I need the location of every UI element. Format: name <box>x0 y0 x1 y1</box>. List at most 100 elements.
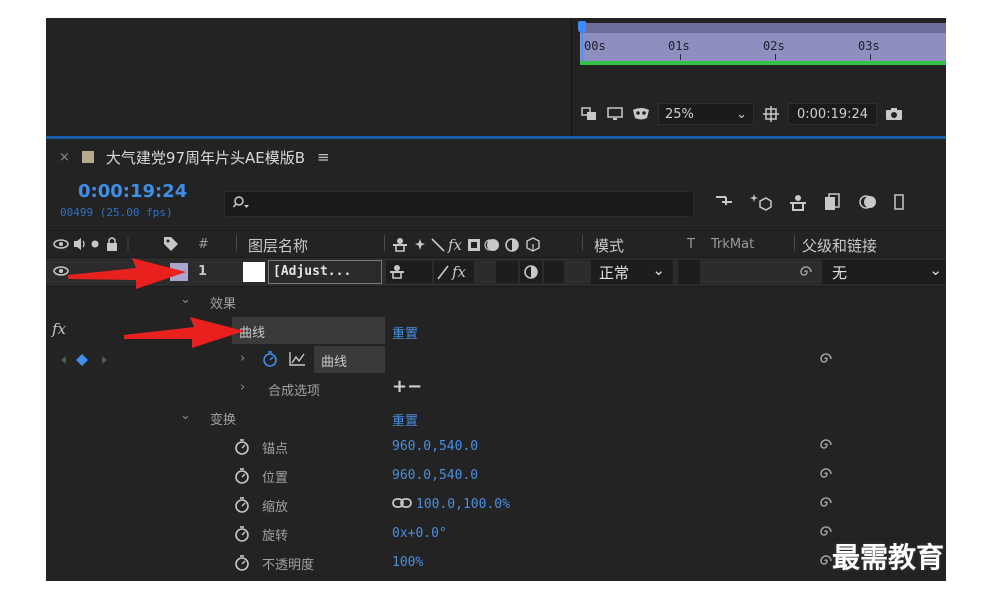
annotation-arrow <box>124 317 244 348</box>
after-effects-window: 00s 01s 02s 03s 25% ⌄ 0:00:19:24 × 大气建党9… <box>46 18 946 581</box>
shy-switch[interactable] <box>386 261 432 283</box>
opacity-row[interactable]: 不透明度 100% <box>46 548 946 577</box>
curves-property-name[interactable]: 曲线 <box>314 346 385 373</box>
stopwatch-icon[interactable] <box>234 496 250 518</box>
ruler-tick-label: 01s <box>668 39 690 53</box>
position-value[interactable]: 960.0,540.0 <box>392 468 478 483</box>
graph-editor-icon[interactable] <box>894 193 904 216</box>
playhead-line <box>582 32 583 64</box>
layer-search-input[interactable] <box>224 191 694 217</box>
anchor-point-row[interactable]: 锚点 960.0,540.0 <box>46 432 946 461</box>
stopwatch-icon[interactable] <box>262 350 278 372</box>
panel-menu-icon[interactable]: ≡ <box>317 148 330 166</box>
transform-group-row[interactable]: ⌄ 变换 重置 <box>46 403 946 432</box>
composition-tab-title[interactable]: 大气建党97周年片头AE模版B <box>106 147 305 168</box>
frame-blending-icon[interactable] <box>824 193 842 216</box>
column-separator <box>236 235 237 251</box>
pickwhip-icon[interactable] <box>818 466 834 486</box>
column-separator <box>582 235 583 251</box>
viewer-timecode[interactable]: 0:00:19:24 <box>788 103 878 125</box>
ruler-tick-label: 03s <box>858 39 880 53</box>
pickwhip-icon[interactable] <box>818 437 834 457</box>
trkmat-select[interactable] <box>678 260 700 284</box>
current-time-display[interactable]: 0:00:19:24 <box>78 181 187 202</box>
motion-blur-icon[interactable] <box>858 193 878 216</box>
close-tab-icon[interactable]: × <box>59 150 70 165</box>
stopwatch-icon[interactable] <box>234 438 250 460</box>
quality-effect-switch[interactable]: fx <box>434 261 474 283</box>
stopwatch-icon[interactable] <box>234 525 250 547</box>
rotation-label: 旋转 <box>262 529 289 544</box>
layer-name-column[interactable]: 图层名称 <box>248 235 308 256</box>
constrain-proportions-icon[interactable] <box>392 497 412 513</box>
composition-color-swatch <box>81 151 94 163</box>
effects-label: 效果 <box>210 297 237 312</box>
mask-visibility-icon[interactable] <box>632 106 650 122</box>
layer-number-column[interactable]: # <box>198 237 209 252</box>
position-row[interactable]: 位置 960.0,540.0 <box>46 461 946 490</box>
render-cache-bar <box>580 61 946 65</box>
3d-layer-switch[interactable] <box>544 261 564 283</box>
transform-label: 变换 <box>210 413 237 428</box>
stopwatch-icon[interactable] <box>234 467 250 489</box>
keyframe-navigator[interactable] <box>60 353 114 371</box>
layer-switches-icons: fx <box>392 236 564 258</box>
fx-icon[interactable]: fx <box>52 320 66 338</box>
blend-mode-select[interactable]: 正常 ⌄ <box>591 260 673 284</box>
region-of-interest-icon[interactable] <box>762 106 780 122</box>
viewer-panel: 00s 01s 02s 03s 25% ⌄ 0:00:19:24 <box>571 18 946 136</box>
monitor-icon[interactable] <box>606 106 624 122</box>
annotation-arrow <box>68 258 186 289</box>
pickwhip-icon[interactable] <box>818 495 834 515</box>
layer-thumbnail <box>243 262 265 282</box>
effects-group-row[interactable]: ⌄ 效果 <box>46 287 946 316</box>
svg-text:fx: fx <box>451 263 467 281</box>
add-remove-mask-buttons[interactable]: +− <box>392 376 422 397</box>
parent-link-column[interactable]: 父级和链接 <box>802 235 877 256</box>
pickwhip-icon[interactable] <box>818 351 834 371</box>
frame-blend-switch[interactable] <box>496 261 518 283</box>
graph-icon[interactable] <box>288 351 306 371</box>
draft-3d-icon[interactable] <box>750 193 772 216</box>
chevron-down-icon: ⌄ <box>736 106 747 122</box>
frame-count-display: 00499 (25.00 fps) <box>60 206 173 219</box>
pickwhip-icon[interactable] <box>798 264 814 284</box>
av-switch-icons <box>52 235 134 257</box>
rotation-row[interactable]: 旋转 0x+0.0° <box>46 519 946 548</box>
shy-layers-icon[interactable] <box>788 193 808 216</box>
preserve-transparency-column[interactable]: T <box>687 237 695 252</box>
anchor-point-value[interactable]: 960.0,540.0 <box>392 439 478 454</box>
chevron-down-icon[interactable]: ⌄ <box>180 408 191 423</box>
magnification-select[interactable]: 25% ⌄ <box>658 103 754 125</box>
chevron-right-icon[interactable]: › <box>240 380 245 395</box>
work-area-bar[interactable] <box>580 23 946 33</box>
reset-link[interactable]: 重置 <box>392 410 418 429</box>
adjustment-layer-switch[interactable] <box>520 261 542 283</box>
camera-icon[interactable] <box>885 106 903 122</box>
label-tag-icon <box>162 235 180 257</box>
timeline-tools <box>714 193 904 216</box>
watermark-text: 最需教育 <box>832 541 945 574</box>
rotation-value[interactable]: 0x+0.0° <box>392 526 447 541</box>
composition-tab-bar: × 大气建党97周年片头AE模版B ≡ <box>46 139 946 175</box>
ruler-tick <box>680 54 681 60</box>
compositing-options-row[interactable]: › 合成选项 +− <box>46 374 946 403</box>
opacity-value[interactable]: 100% <box>392 555 423 570</box>
stopwatch-icon[interactable] <box>234 554 250 576</box>
reset-link[interactable]: 重置 <box>392 323 418 342</box>
layer-name[interactable]: [Adjust... <box>268 260 382 284</box>
curves-effect-name[interactable]: 曲线 <box>232 317 385 344</box>
composition-mini-flowchart-icon[interactable] <box>714 193 734 216</box>
project-panel-area <box>46 18 571 136</box>
time-ruler[interactable]: 00s 01s 02s 03s <box>580 23 946 65</box>
scale-row[interactable]: 缩放 100.0,100.0% <box>46 490 946 519</box>
chevron-down-icon[interactable]: ⌄ <box>180 292 191 307</box>
always-preview-icon[interactable] <box>580 106 598 122</box>
viewer-toolbar: 25% ⌄ 0:00:19:24 <box>580 100 946 128</box>
chevron-right-icon[interactable]: › <box>240 351 245 366</box>
trkmat-column[interactable]: TrkMat <box>711 237 754 252</box>
parent-select[interactable]: 无 ⌄ <box>822 260 946 284</box>
column-separator <box>384 235 385 251</box>
mode-column[interactable]: 模式 <box>594 235 624 256</box>
scale-value[interactable]: 100.0,100.0% <box>416 497 510 512</box>
